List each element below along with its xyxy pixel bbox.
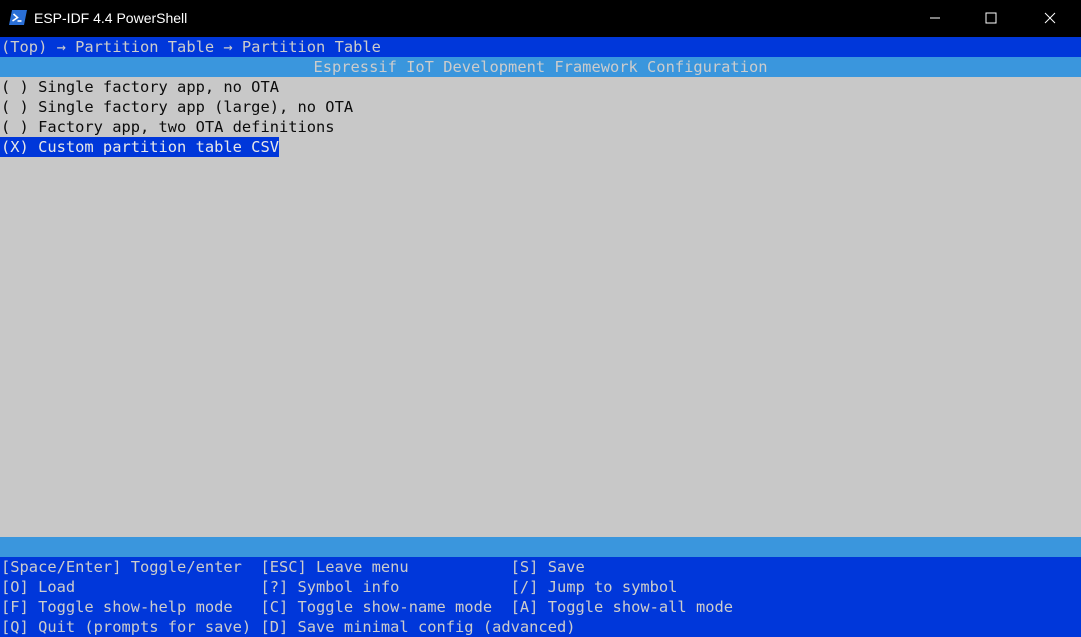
menu-header: Espressif IoT Development Framework Conf…	[0, 57, 1081, 77]
powershell-icon	[9, 10, 27, 25]
breadcrumb: (Top) → Partition Table → Partition Tabl…	[0, 37, 1081, 57]
help-panel: [Space/Enter] Toggle/enter [ESC] Leave m…	[0, 557, 1081, 637]
window-title: ESP-IDF 4.4 PowerShell	[34, 10, 188, 26]
option-custom-partition-csv[interactable]: (X) Custom partition table CSV	[0, 137, 279, 157]
terminal-area[interactable]: (Top) → Partition Table → Partition Tabl…	[0, 37, 1081, 637]
minimize-icon	[929, 11, 941, 27]
maximize-icon	[985, 11, 997, 27]
title-bar[interactable]: ESP-IDF 4.4 PowerShell	[0, 0, 1081, 37]
option-single-factory-app[interactable]: ( ) Single factory app, no OTA	[0, 77, 279, 97]
help-line: [F] Toggle show-help mode [C] Toggle sho…	[1, 598, 734, 616]
option-single-factory-app-large[interactable]: ( ) Single factory app (large), no OTA	[0, 97, 353, 117]
help-line: [Q] Quit (prompts for save) [D] Save min…	[1, 618, 576, 636]
close-button[interactable]	[1021, 0, 1079, 37]
close-icon	[1044, 11, 1056, 27]
maximize-button[interactable]	[962, 0, 1020, 37]
terminal-window: ESP-IDF 4.4 PowerShell (Top) → Partition…	[0, 0, 1081, 637]
help-line: [O] Load [?] Symbol info [/] Jump to sym…	[1, 578, 678, 596]
minimize-button[interactable]	[906, 0, 964, 37]
help-line: [Space/Enter] Toggle/enter [ESC] Leave m…	[1, 558, 585, 576]
option-factory-two-ota[interactable]: ( ) Factory app, two OTA definitions	[0, 117, 335, 137]
menu-options: ( ) Single factory app, no OTA ( ) Singl…	[0, 77, 1081, 537]
separator-bar	[0, 537, 1081, 557]
